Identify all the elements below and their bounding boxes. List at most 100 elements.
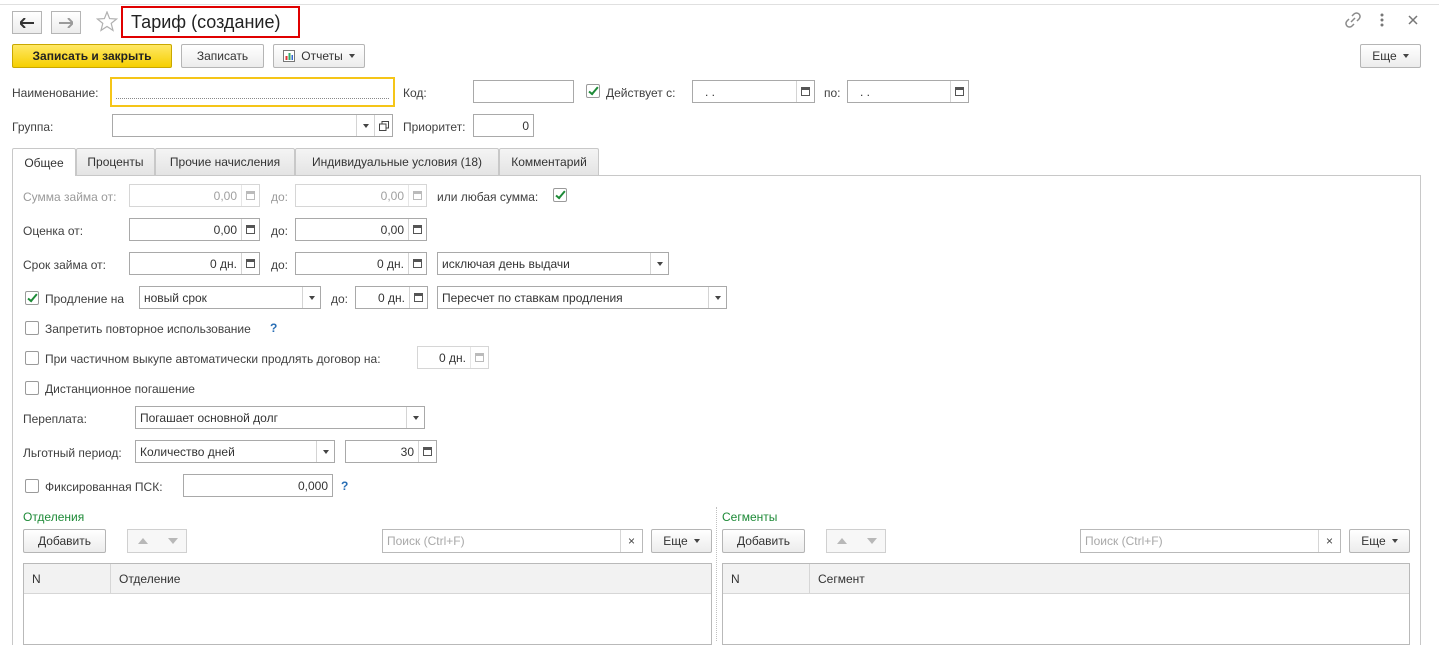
- tab-general[interactable]: Общее: [12, 148, 76, 176]
- group-dropdown-button[interactable]: [356, 115, 374, 136]
- priority-input[interactable]: 0: [473, 114, 534, 137]
- remote-repayment-label: Дистанционное погашение: [45, 382, 195, 396]
- back-arrow-icon: [20, 17, 34, 28]
- calendar-button[interactable]: [950, 81, 968, 102]
- fixed-psk-label: Фиксированная ПСК:: [45, 480, 163, 494]
- calculator-icon: [413, 259, 422, 268]
- calendar-button[interactable]: [796, 81, 814, 102]
- remote-repayment-checkbox[interactable]: [25, 381, 39, 395]
- fixed-psk-help-icon[interactable]: ?: [341, 479, 348, 493]
- link-icon[interactable]: [1345, 12, 1361, 31]
- overpayment-value: Погашает основной долг: [140, 410, 278, 425]
- calculator-button[interactable]: [409, 287, 427, 308]
- code-label: Код:: [403, 86, 427, 100]
- move-up-button[interactable]: [827, 530, 857, 552]
- overpayment-select[interactable]: Погашает основной долг: [135, 406, 425, 429]
- calculator-button[interactable]: [241, 219, 259, 240]
- code-input[interactable]: [473, 80, 574, 103]
- calculator-icon: [246, 191, 255, 200]
- active-from-checkbox[interactable]: [586, 84, 600, 98]
- departments-search-input[interactable]: Поиск (Ctrl+F) ×: [382, 529, 643, 553]
- active-to-date-input[interactable]: . .: [847, 80, 969, 103]
- group-select[interactable]: [112, 114, 393, 137]
- calculator-button[interactable]: [418, 441, 436, 462]
- active-from-date-input[interactable]: . .: [692, 80, 815, 103]
- departments-add-button[interactable]: Добавить: [23, 529, 106, 553]
- column-header-segment[interactable]: Сегмент: [809, 564, 1409, 594]
- calendar-icon: [955, 87, 964, 96]
- tab-label: Проценты: [87, 155, 144, 169]
- name-input[interactable]: [110, 77, 395, 107]
- tab-interest[interactable]: Проценты: [76, 148, 155, 175]
- move-up-button[interactable]: [128, 530, 158, 552]
- grace-mode-select[interactable]: Количество дней: [135, 440, 335, 463]
- grace-days-input[interactable]: 30: [345, 440, 437, 463]
- more-label: Еще: [1372, 49, 1397, 63]
- more-label: Еще: [1361, 534, 1386, 548]
- segments-table[interactable]: N Сегмент: [722, 563, 1410, 645]
- chevron-down-icon: [412, 415, 419, 420]
- extension-mode-select[interactable]: новый срок: [139, 286, 321, 309]
- calculator-icon: [413, 191, 422, 200]
- term-mode-select[interactable]: исключая день выдачи: [437, 252, 669, 275]
- extension-checkbox[interactable]: [25, 291, 39, 305]
- grace-mode-dropdown-button[interactable]: [316, 441, 334, 462]
- calculator-button: [241, 185, 259, 206]
- forward-button[interactable]: [51, 11, 81, 34]
- extension-recalc-select[interactable]: Пересчет по ставкам продления: [437, 286, 727, 309]
- checkmark-icon: [555, 188, 566, 200]
- extension-to-input[interactable]: 0 дн.: [355, 286, 428, 309]
- save-and-close-button[interactable]: Записать и закрыть: [12, 44, 172, 68]
- term-mode-dropdown-button[interactable]: [650, 253, 668, 274]
- score-to-input[interactable]: 0,00: [295, 218, 427, 241]
- extension-recalc-dropdown-button[interactable]: [708, 287, 726, 308]
- calculator-button[interactable]: [408, 253, 426, 274]
- segments-table-header: N Сегмент: [723, 564, 1409, 594]
- loan-sum-to-input: 0,00: [295, 184, 427, 207]
- forbid-reuse-help-icon[interactable]: ?: [270, 321, 277, 335]
- term-to-input[interactable]: 0 дн.: [295, 252, 427, 275]
- reports-button[interactable]: Отчеты: [273, 44, 365, 68]
- calculator-button: [470, 347, 488, 368]
- tab-other-charges[interactable]: Прочие начисления: [155, 148, 295, 175]
- back-button[interactable]: [12, 11, 42, 34]
- clear-search-icon[interactable]: ×: [1318, 530, 1340, 552]
- clear-search-icon[interactable]: ×: [620, 530, 642, 552]
- chevron-down-icon: [322, 449, 329, 454]
- partial-buyout-checkbox[interactable]: [25, 351, 39, 365]
- partial-buyout-days-input: 0 дн.: [417, 346, 489, 369]
- tab-comment[interactable]: Комментарий: [499, 148, 599, 175]
- term-from-input[interactable]: 0 дн.: [129, 252, 260, 275]
- segments-more-button[interactable]: Еще: [1349, 529, 1410, 553]
- departments-more-button[interactable]: Еще: [651, 529, 712, 553]
- segments-add-button[interactable]: Добавить: [722, 529, 805, 553]
- departments-table[interactable]: N Отделение: [23, 563, 712, 645]
- extension-mode-dropdown-button[interactable]: [302, 287, 320, 308]
- tab-individual-conditions[interactable]: Индивидуальные условия (18): [295, 148, 499, 175]
- open-window-icon: [378, 120, 389, 131]
- forbid-reuse-checkbox[interactable]: [25, 321, 39, 335]
- any-sum-checkbox[interactable]: [553, 188, 567, 202]
- more-vertical-icon[interactable]: [1379, 12, 1385, 31]
- close-icon[interactable]: [1407, 14, 1419, 29]
- priority-value: 0: [522, 118, 529, 133]
- chevron-down-icon: [1402, 54, 1409, 58]
- report-chart-icon: [283, 50, 296, 62]
- reports-label: Отчеты: [301, 49, 343, 63]
- overpayment-dropdown-button[interactable]: [406, 407, 424, 428]
- fixed-psk-input[interactable]: 0,000: [183, 474, 333, 497]
- group-open-button[interactable]: [374, 115, 392, 136]
- column-header-n[interactable]: N: [24, 564, 110, 594]
- segments-search-input[interactable]: Поиск (Ctrl+F) ×: [1080, 529, 1341, 553]
- column-header-n[interactable]: N: [723, 564, 809, 594]
- column-header-department[interactable]: Отделение: [110, 564, 711, 594]
- fixed-psk-checkbox[interactable]: [25, 479, 39, 493]
- move-down-button[interactable]: [857, 530, 887, 552]
- score-from-input[interactable]: 0,00: [129, 218, 260, 241]
- calculator-button[interactable]: [241, 253, 259, 274]
- more-button[interactable]: Еще: [1360, 44, 1421, 68]
- calculator-button[interactable]: [408, 219, 426, 240]
- favorite-star-icon[interactable]: [95, 10, 119, 35]
- save-button[interactable]: Записать: [181, 44, 264, 68]
- move-down-button[interactable]: [158, 530, 188, 552]
